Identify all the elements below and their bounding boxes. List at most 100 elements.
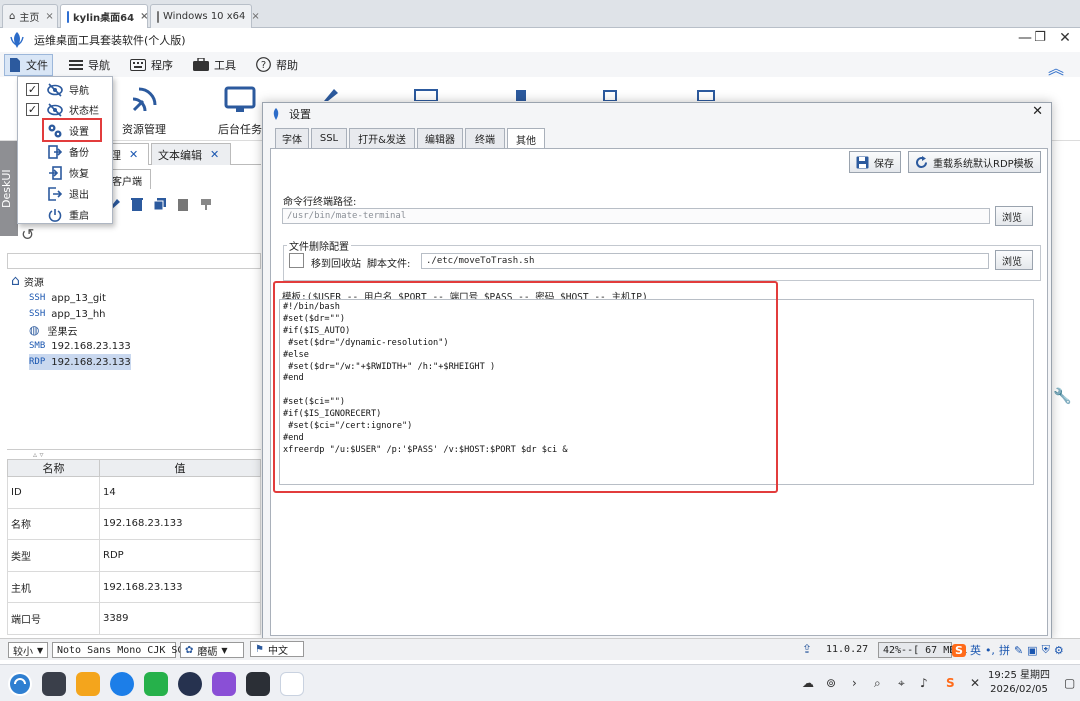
vm-icon xyxy=(67,10,69,23)
browser-tab-home[interactable]: ⌂ 主页 × xyxy=(2,4,58,28)
menu-item-statusbar[interactable]: ✓ 状态栏 xyxy=(18,99,112,120)
move-to-trash-checkbox[interactable] xyxy=(289,253,304,268)
dialog-close-button[interactable]: ✕ xyxy=(1032,104,1043,119)
browse-button[interactable]: 浏览 xyxy=(995,250,1033,270)
tree-node[interactable]: ◍ 坚果云 xyxy=(29,322,77,338)
browser-tab-windows[interactable]: Windows 10 x64 × xyxy=(150,4,260,28)
table-row[interactable]: 主机 192.168.23.133 xyxy=(7,570,261,604)
globe-icon: ◍ xyxy=(29,323,40,337)
sogou-tray-icon[interactable]: S xyxy=(946,676,955,690)
bluetooth-icon[interactable]: ✕ xyxy=(970,676,980,690)
search-icon[interactable]: ⌕ xyxy=(874,676,881,691)
close-icon[interactable]: × xyxy=(140,11,148,22)
ime-mode[interactable]: 英 xyxy=(970,642,981,658)
browser-icon[interactable] xyxy=(110,672,134,696)
network-icon[interactable]: ⌖ xyxy=(898,676,905,691)
dialog-titlebar: 设置 ✕ xyxy=(263,103,1051,125)
pane-splitter[interactable]: ▵ ▿ xyxy=(7,449,261,459)
sync-icon[interactable]: ⊚ xyxy=(826,676,836,690)
export-icon xyxy=(47,144,63,160)
menu-item-backup[interactable]: 备份 xyxy=(18,141,112,162)
close-icon[interactable]: ✕ xyxy=(129,148,138,161)
checkbox[interactable]: ✓ xyxy=(26,103,39,116)
copy-icon[interactable] xyxy=(153,197,167,211)
table-row[interactable]: 名称 192.168.23.133 xyxy=(7,507,261,541)
clock[interactable]: 19:25 星期四 2026/02/05 xyxy=(988,669,1050,697)
script-file-field[interactable]: ./etc/moveToTrash.sh xyxy=(421,253,989,269)
close-icon[interactable]: × xyxy=(45,11,53,22)
table-row[interactable]: ID 14 xyxy=(7,476,261,509)
theme-select[interactable]: ✿ 磨砺 ▼ xyxy=(180,642,244,658)
menu-item-restart[interactable]: 重启 xyxy=(18,204,112,225)
background-tasks-button[interactable]: 后台任务 xyxy=(218,85,262,137)
tab-other[interactable]: 其他 xyxy=(507,128,545,149)
tab-editor[interactable]: 编辑器 xyxy=(417,128,463,148)
shield-icon[interactable]: ⛨ xyxy=(1042,643,1050,657)
terminal-path-field[interactable]: /usr/bin/mate-terminal xyxy=(282,208,990,224)
close-icon[interactable]: × xyxy=(251,11,259,22)
tab-ssl[interactable]: SSL xyxy=(311,128,347,148)
menu-item-restore[interactable]: 恢复 xyxy=(18,162,112,183)
paste-icon[interactable] xyxy=(176,197,190,211)
wrench-icon[interactable]: 🔧 xyxy=(1053,387,1072,405)
app-logo-icon[interactable] xyxy=(280,672,304,696)
update-icon[interactable]: ⇪ xyxy=(802,642,812,656)
tree-node[interactable]: SSH app_13_hh xyxy=(29,306,106,322)
refresh-icon[interactable]: ↺ xyxy=(21,225,34,244)
save-button[interactable]: 保存 xyxy=(849,151,901,173)
size-select[interactable]: 较小 ▼ xyxy=(8,642,48,658)
tab-terminal[interactable]: 终端 xyxy=(465,128,505,148)
file-dropdown-menu: ✓ 导航 ✓ 状态栏 设置 备份 恢复 退出 重启 xyxy=(17,76,113,224)
media-icon[interactable] xyxy=(178,672,202,696)
menu-file[interactable]: 文件 xyxy=(4,53,53,76)
menu-program[interactable]: 程序 xyxy=(126,54,177,76)
resource-toolbar xyxy=(107,197,213,219)
chevron-right-icon[interactable]: › xyxy=(852,676,857,690)
notes-icon[interactable] xyxy=(212,672,236,696)
tab-font[interactable]: 字体 xyxy=(275,128,309,148)
pinyin-icon[interactable]: 拼 xyxy=(999,642,1010,658)
tree-node[interactable]: SSH app_13_git xyxy=(29,290,106,306)
menu-nav[interactable]: 导航 xyxy=(65,54,114,76)
notification-icon[interactable]: ▢ xyxy=(1064,676,1075,690)
browse-button[interactable]: 浏览 xyxy=(995,206,1033,226)
trash-icon[interactable] xyxy=(130,197,144,211)
reload-rdp-template-button[interactable]: 重载系统默认RDP模板 xyxy=(908,151,1041,173)
terminal-icon[interactable] xyxy=(246,672,270,696)
right-side-strip: 🔧 xyxy=(1052,141,1080,638)
close-window-button[interactable]: ✕ xyxy=(1050,30,1080,50)
file-manager-icon[interactable] xyxy=(76,672,100,696)
close-icon[interactable]: ✕ xyxy=(210,148,219,161)
resource-mgmt-button[interactable]: 资源管理 xyxy=(122,85,166,137)
tab-open-send[interactable]: 打开&发送 xyxy=(349,128,415,148)
tab-text-editor[interactable]: 文本编辑 ✕ xyxy=(151,143,231,165)
table-row[interactable]: 端口号 3389 xyxy=(7,602,261,635)
menu-item-nav[interactable]: ✓ 导航 xyxy=(18,79,112,100)
menu-help[interactable]: ? 帮助 xyxy=(252,54,302,76)
svg-text:?: ? xyxy=(261,60,266,71)
volume-icon[interactable]: ♪ xyxy=(920,676,928,690)
start-menu-icon[interactable] xyxy=(8,672,32,696)
multitask-icon[interactable] xyxy=(42,672,66,696)
tree-root[interactable]: ⌂ 资源 xyxy=(11,273,44,289)
tree-node[interactable]: SMB 192.168.23.133 xyxy=(29,338,131,354)
checkbox[interactable]: ✓ xyxy=(26,83,39,96)
pen-icon[interactable]: ✎ xyxy=(1014,644,1023,657)
table-row[interactable]: 类型 RDP xyxy=(7,539,261,572)
download-icon[interactable] xyxy=(199,197,213,211)
language-select[interactable]: ⚑ 中文 xyxy=(250,641,304,657)
cloud-icon[interactable]: ☁ xyxy=(802,676,814,690)
sogou-icon[interactable]: S xyxy=(952,643,966,657)
palette-icon: ✿ xyxy=(185,644,194,656)
punct-icon[interactable]: •, xyxy=(985,644,995,657)
collapse-ribbon-icon[interactable]: ︽ xyxy=(1048,55,1064,79)
skin-icon[interactable]: ▣ xyxy=(1027,644,1037,657)
browser-tab-kylin[interactable]: kylin桌面64 × xyxy=(60,4,148,28)
filter-input[interactable] xyxy=(7,253,261,269)
menu-tools[interactable]: 工具 xyxy=(189,54,240,76)
tree-node-selected[interactable]: RDP 192.168.23.133 xyxy=(29,354,131,370)
gear-icon[interactable]: ⚙ xyxy=(1054,644,1064,657)
wechat-icon[interactable] xyxy=(144,672,168,696)
font-select[interactable]: Noto Sans Mono CJK SC▼ xyxy=(52,642,192,658)
menu-item-exit[interactable]: 退出 xyxy=(18,183,112,204)
